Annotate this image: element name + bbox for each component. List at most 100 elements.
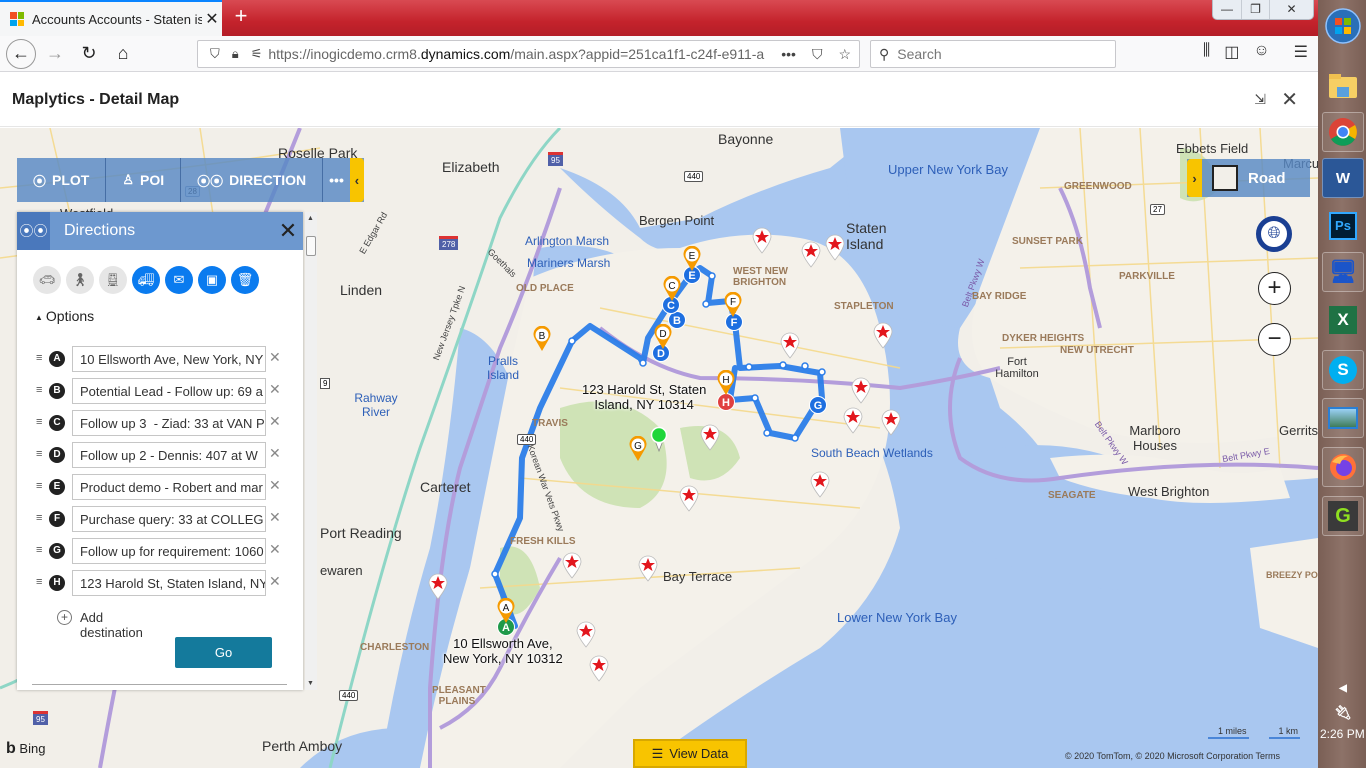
locate-globe-icon[interactable]: 🌐︎ xyxy=(1256,216,1292,252)
close-tab-icon[interactable]: ✕ xyxy=(202,9,222,29)
drag-handle-icon[interactable]: ≡ xyxy=(36,352,42,364)
popout-icon[interactable]: ⇲ xyxy=(1254,91,1266,108)
explorer-icon[interactable] xyxy=(1322,66,1364,106)
drag-handle-icon[interactable]: ≡ xyxy=(36,416,42,428)
waypoint-input[interactable] xyxy=(72,378,266,404)
options-toggle[interactable]: ▲ Options xyxy=(17,294,303,324)
power-plug-icon[interactable]: 🔌︎ xyxy=(1322,692,1364,732)
waypoint-pin-marker[interactable]: C xyxy=(662,276,682,302)
chevron-right-icon[interactable]: › xyxy=(1187,159,1202,197)
back-button[interactable]: ← xyxy=(6,38,36,69)
lock-icon[interactable]: 🔒︎ xyxy=(232,46,239,62)
library-icon[interactable]: ⫼ xyxy=(1203,42,1210,62)
zoom-out-button[interactable]: − xyxy=(1258,323,1291,356)
direction-button[interactable]: ⦿⦿ DIRECTION xyxy=(181,158,324,202)
close-icon[interactable]: ✕ xyxy=(1281,87,1298,112)
view-data-button[interactable]: ☰ View Data xyxy=(633,739,747,768)
menu-icon[interactable]: ☰ xyxy=(1294,42,1308,62)
poi-star-marker[interactable] xyxy=(637,554,659,582)
minimize-button[interactable]: — xyxy=(1213,0,1241,19)
plot-button[interactable]: ⦿ PLOT xyxy=(17,158,107,202)
bookmark-star-icon[interactable]: ☆ xyxy=(838,46,851,63)
more-button[interactable]: ••• xyxy=(323,158,350,202)
reload-button[interactable]: ↻ xyxy=(74,39,104,69)
zoom-in-button[interactable]: + xyxy=(1258,272,1291,305)
scroll-down-icon[interactable]: ▼ xyxy=(307,680,314,687)
remove-waypoint-icon[interactable]: ✕ xyxy=(269,477,281,494)
poi-star-marker[interactable] xyxy=(678,484,700,512)
remove-waypoint-icon[interactable]: ✕ xyxy=(269,349,281,366)
drag-handle-icon[interactable]: ≡ xyxy=(36,512,42,524)
remove-waypoint-icon[interactable]: ✕ xyxy=(269,509,281,526)
restore-button[interactable]: ❐ xyxy=(1241,0,1269,19)
waypoint-pin-marker[interactable]: G xyxy=(628,436,648,462)
email-button[interactable]: ✉ xyxy=(165,266,193,294)
photos-icon[interactable] xyxy=(1322,398,1364,438)
waypoint-input[interactable] xyxy=(72,410,266,436)
directions-scrollbar[interactable]: ▲ ▼ xyxy=(305,212,317,690)
address-bar[interactable]: ⛉ 🔒︎ ⚟ https://inogicdemo.crm8.dynamics.… xyxy=(197,40,860,68)
walk-mode-button[interactable]: 🚶︎ xyxy=(66,266,94,294)
poi-star-marker[interactable] xyxy=(751,226,773,254)
waypoint-input[interactable] xyxy=(72,346,266,372)
truck-mode-button[interactable]: 🚚︎ xyxy=(132,266,160,294)
poi-star-marker[interactable] xyxy=(809,470,831,498)
sidebar-icon[interactable]: ◫ xyxy=(1224,42,1239,62)
waypoint-pin-marker[interactable]: B xyxy=(532,326,552,352)
new-tab-button[interactable]: + xyxy=(228,4,254,30)
page-actions-icon[interactable]: ••• xyxy=(781,46,796,62)
waypoint-input[interactable] xyxy=(72,538,266,564)
poi-star-marker[interactable] xyxy=(824,233,846,261)
search-box[interactable]: ⚲ Search xyxy=(870,40,1116,68)
waypoint-pin-marker[interactable]: F xyxy=(723,292,743,318)
drag-handle-icon[interactable]: ≡ xyxy=(36,544,42,556)
map-style-selector[interactable]: › Road xyxy=(1187,159,1310,197)
close-window-button[interactable]: ✕ xyxy=(1269,0,1313,19)
poi-star-marker[interactable] xyxy=(872,321,894,349)
poi-star-marker[interactable] xyxy=(850,376,872,404)
waypoint-input[interactable] xyxy=(72,506,266,532)
poi-star-marker[interactable] xyxy=(561,551,583,579)
delete-button[interactable]: 🗑︎ xyxy=(231,266,259,294)
permissions-icon[interactable]: ⚟ xyxy=(251,46,263,62)
poi-star-marker[interactable] xyxy=(880,408,902,436)
poi-star-marker[interactable] xyxy=(842,406,864,434)
poi-star-marker[interactable] xyxy=(699,423,721,451)
drag-handle-icon[interactable]: ≡ xyxy=(36,576,42,588)
chrome-icon[interactable] xyxy=(1322,112,1364,152)
skype-icon[interactable]: S xyxy=(1322,350,1364,390)
photoshop-icon[interactable]: Ps xyxy=(1322,206,1364,246)
waypoint-pin-marker[interactable]: H xyxy=(716,370,736,396)
map-canvas[interactable]: Roselle Park Elizabeth Bayonne Upper New… xyxy=(0,128,1318,768)
account-icon[interactable]: ☺ xyxy=(1253,42,1269,62)
remove-waypoint-icon[interactable]: ✕ xyxy=(269,381,281,398)
poi-star-marker[interactable] xyxy=(779,331,801,359)
waypoint-input[interactable] xyxy=(72,570,266,596)
scroll-thumb[interactable] xyxy=(306,236,316,256)
car-mode-button[interactable]: 🚗︎ xyxy=(33,266,61,294)
firefox-icon[interactable] xyxy=(1322,447,1364,487)
url-text[interactable]: https://inogicdemo.crm8.dynamics.com/mai… xyxy=(268,46,773,62)
transit-mode-button[interactable]: 🚆︎ xyxy=(99,266,127,294)
forward-button[interactable]: → xyxy=(40,39,70,69)
add-destination-button[interactable]: + Add destination xyxy=(57,610,143,640)
remove-waypoint-icon[interactable]: ✕ xyxy=(269,413,281,430)
drag-handle-icon[interactable]: ≡ xyxy=(36,480,42,492)
shield-icon[interactable]: ⛉ xyxy=(210,46,220,62)
waypoint-pin-marker[interactable]: E xyxy=(682,246,702,272)
remove-waypoint-icon[interactable]: ✕ xyxy=(269,541,281,558)
save-button[interactable]: ▣ xyxy=(198,266,226,294)
start-button[interactable] xyxy=(1322,6,1364,46)
copyright-text[interactable]: © 2020 TomTom, © 2020 Microsoft Corporat… xyxy=(1065,751,1280,761)
waypoint-input[interactable] xyxy=(72,474,266,500)
home-button[interactable]: ⌂ xyxy=(108,39,138,69)
drag-handle-icon[interactable]: ≡ xyxy=(36,448,42,460)
scroll-up-icon[interactable]: ▲ xyxy=(307,215,314,222)
pocket-icon[interactable]: ⛉ xyxy=(812,46,823,63)
poi-star-marker[interactable] xyxy=(427,572,449,600)
browser-tab[interactable]: Accounts Accounts - Staten isla ✕ xyxy=(0,0,222,36)
word-icon[interactable]: W xyxy=(1322,158,1364,198)
poi-star-marker[interactable] xyxy=(800,240,822,268)
poi-button[interactable]: ♙ POI xyxy=(106,158,182,202)
close-directions-button[interactable]: ✕ xyxy=(273,218,303,244)
